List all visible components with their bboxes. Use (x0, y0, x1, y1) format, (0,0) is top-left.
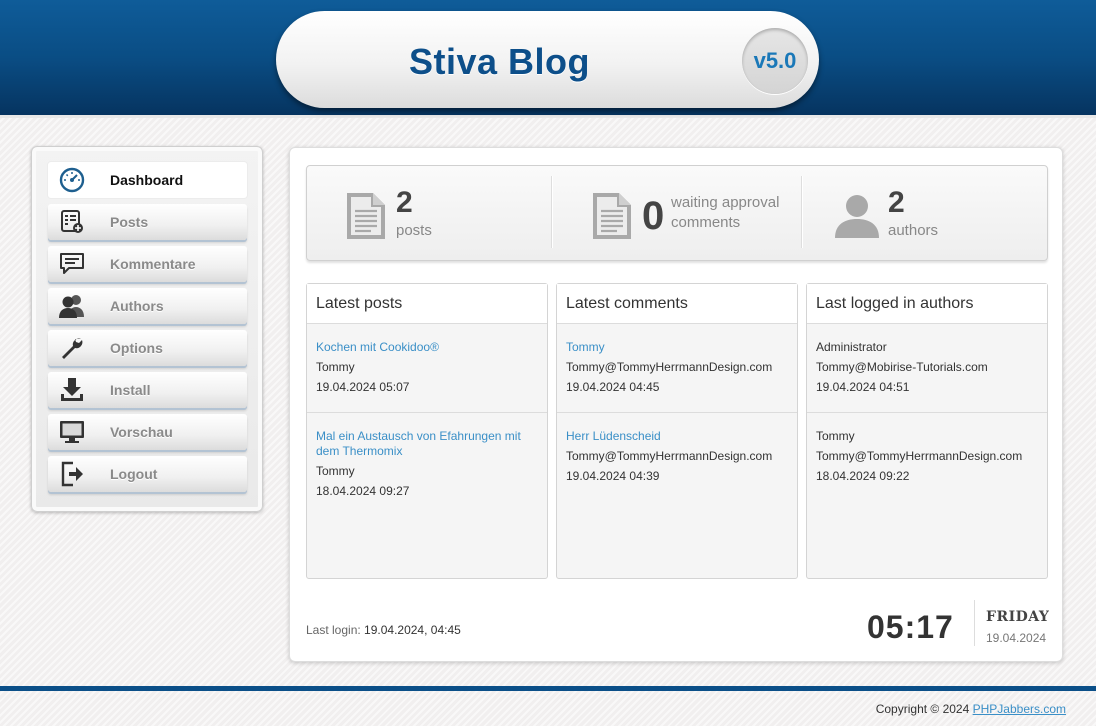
list-item: Tommy Tommy@TommyHerrmannDesign.com 18.0… (807, 413, 1047, 502)
post-date: 18.04.2024 09:27 (316, 484, 410, 498)
sidebar-item-label: Logout (110, 466, 158, 482)
list-item: Kochen mit Cookidoo® Tommy 19.04.2024 05… (307, 324, 547, 413)
sidebar-item-options[interactable]: Options (48, 330, 247, 366)
logout-icon (58, 461, 86, 487)
comments-label-line2: comments (671, 214, 741, 231)
version-badge: v5.0 (742, 28, 808, 94)
last-authors-box: Last logged in authors Administrator Tom… (806, 283, 1048, 579)
sidebar-item-authors[interactable]: Authors (48, 288, 247, 324)
sidebar-item-dashboard[interactable]: Dashboard (48, 162, 247, 198)
sidebar-item-label: Install (110, 382, 151, 398)
last-login-value: 19.04.2024, 04:45 (364, 623, 461, 637)
phpjabbers-link[interactable]: PHPJabbers.com (973, 702, 1066, 716)
comment-author-link[interactable]: Herr Lüdenscheid (566, 429, 797, 444)
list-item: Mal ein Austausch von Efahrungen mit dem… (307, 413, 547, 502)
author-login-date: 18.04.2024 09:22 (816, 469, 910, 483)
sidebar-item-label: Options (110, 340, 163, 356)
post-author: Tommy (316, 360, 355, 374)
last-login-label: Last login: (306, 623, 361, 637)
authors-count: 2 (888, 186, 905, 219)
comment-email: Tommy@TommyHerrmannDesign.com (566, 449, 773, 463)
author-name: Tommy (816, 429, 855, 443)
post-title-link[interactable]: Mal ein Austausch von Efahrungen mit dem… (316, 429, 536, 459)
author-email: Tommy@TommyHerrmannDesign.com (816, 449, 1023, 463)
authors-label: authors (888, 222, 939, 239)
header-bar: Stiva Blog v5.0 (0, 0, 1096, 118)
stats-bar: 2 posts 0 waiting approval comments 2 au… (306, 165, 1048, 261)
post-author: Tommy (316, 464, 355, 478)
document-icon (345, 191, 387, 246)
comment-bubble-icon (58, 251, 86, 277)
clock-time: 05:17 (867, 609, 954, 645)
latest-posts-box: Latest posts Kochen mit Cookidoo® Tommy … (306, 283, 548, 579)
posts-count: 2 (396, 186, 413, 219)
clock-day: FRIDAY (986, 609, 1050, 625)
post-date: 19.04.2024 05:07 (316, 380, 410, 394)
sidebar-item-label: Posts (110, 214, 149, 230)
users-icon (58, 293, 86, 319)
list-item: Administrator Tommy@Mobirise-Tutorials.c… (807, 324, 1047, 413)
dashboard-panel: 2 posts 0 waiting approval comments 2 au… (289, 147, 1063, 662)
app-title: Stiva Blog (409, 41, 591, 82)
latest-comments-box: Latest comments Tommy Tommy@TommyHerrman… (556, 283, 798, 579)
footer: Copyright © 2024 PHPJabbers.com (876, 702, 1066, 716)
footer-bar (0, 686, 1096, 691)
latest-comments-title: Latest comments (557, 284, 797, 324)
author-name: Administrator (816, 340, 887, 354)
dashboard-gauge-icon (58, 167, 86, 193)
wrench-icon (58, 335, 86, 361)
posts-list-icon (58, 209, 86, 235)
clock-date: 19.04.2024 (986, 631, 1047, 645)
post-title-link[interactable]: Kochen mit Cookidoo® (316, 340, 547, 355)
sidebar-item-label: Vorschau (110, 424, 173, 440)
sidebar-item-kommentare[interactable]: Kommentare (48, 246, 247, 282)
sidebar-item-label: Kommentare (110, 256, 196, 272)
list-item: Tommy Tommy@TommyHerrmannDesign.com 19.0… (557, 324, 797, 413)
comment-date: 19.04.2024 04:39 (566, 469, 660, 483)
logo-banner: Stiva Blog v5.0 (276, 11, 819, 108)
comment-author-link[interactable]: Tommy (566, 340, 797, 355)
user-silhouette-icon (833, 192, 881, 243)
list-item: Herr Lüdenscheid Tommy@TommyHerrmannDesi… (557, 413, 797, 502)
clock-divider (974, 600, 975, 646)
sidebar-item-install[interactable]: Install (48, 372, 247, 408)
copyright-text: Copyright © 2024 (875, 702, 970, 716)
stat-divider (551, 176, 552, 248)
last-authors-title: Last logged in authors (807, 284, 1047, 324)
posts-label: posts (396, 222, 432, 239)
sidebar: Dashboard Posts Kommentare Authors Optio… (31, 146, 263, 512)
stat-divider (801, 176, 802, 248)
sidebar-item-logout[interactable]: Logout (48, 456, 247, 492)
comment-date: 19.04.2024 04:45 (566, 380, 660, 394)
author-email: Tommy@Mobirise-Tutorials.com (816, 360, 988, 374)
last-login: Last login: 19.04.2024, 04:45 (306, 623, 461, 637)
sidebar-item-vorschau[interactable]: Vorschau (48, 414, 247, 450)
sidebar-item-label: Dashboard (110, 172, 184, 188)
document-icon (591, 191, 633, 246)
sidebar-item-posts[interactable]: Posts (48, 204, 247, 240)
comment-email: Tommy@TommyHerrmannDesign.com (566, 360, 773, 374)
author-login-date: 19.04.2024 04:51 (816, 380, 910, 394)
comments-label-line1: waiting approval (671, 194, 780, 211)
download-icon (58, 377, 86, 403)
monitor-icon (58, 419, 86, 445)
comments-count: 0 (642, 194, 665, 238)
latest-posts-title: Latest posts (307, 284, 547, 324)
sidebar-item-label: Authors (110, 298, 164, 314)
